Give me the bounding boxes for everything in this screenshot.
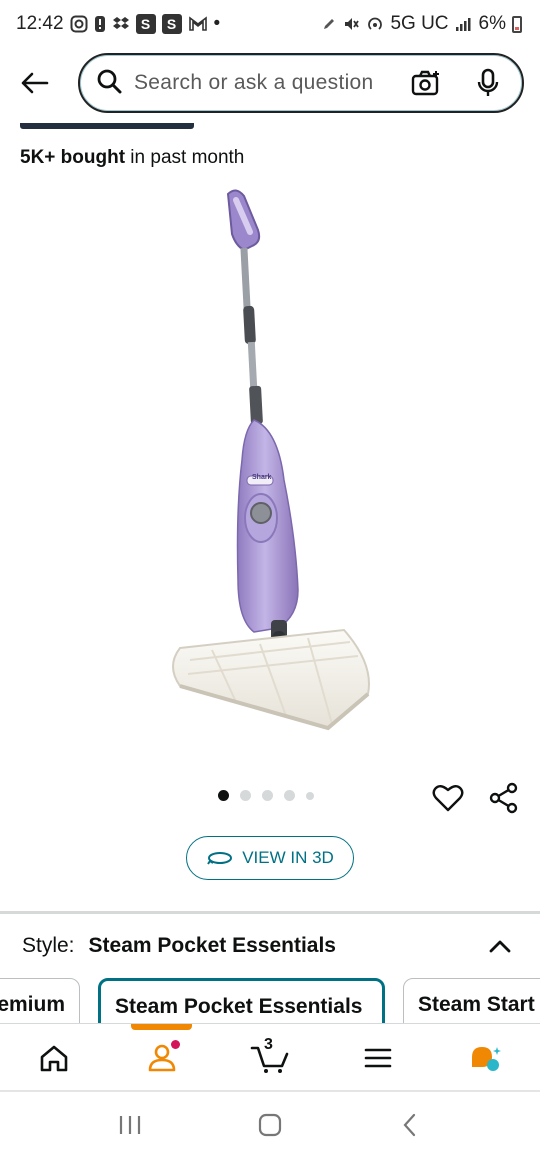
- status-time: 12:42: [16, 13, 64, 34]
- nav-rufus[interactable]: [456, 1028, 516, 1088]
- product-image[interactable]: Shark: [150, 180, 390, 750]
- style-options: emium Steam Pocket Essentials Steam Star…: [0, 978, 540, 1024]
- signal-icon: [455, 16, 473, 32]
- chevron-up-icon[interactable]: [486, 932, 514, 960]
- home-circle-icon: [258, 1113, 282, 1137]
- battery-icon: [512, 15, 522, 33]
- cart-count: 3: [264, 1035, 273, 1053]
- notification-icon: [94, 15, 106, 33]
- carousel-dot[interactable]: [262, 790, 273, 801]
- hotspot-icon: [366, 15, 384, 33]
- nav-home[interactable]: [24, 1028, 84, 1088]
- bought-in-past-month: 5K+ bought in past month: [20, 147, 244, 169]
- camera-search-button[interactable]: [406, 63, 446, 103]
- dot-icon: •: [213, 13, 221, 34]
- rufus-icon: [472, 1046, 501, 1071]
- search-input[interactable]: [134, 71, 406, 95]
- carousel-dot[interactable]: [218, 790, 229, 801]
- gmail-icon: [188, 16, 208, 32]
- search-icon: [96, 68, 122, 99]
- rotate-3d-icon: [207, 852, 233, 865]
- brand-badge: Shark: [252, 474, 272, 481]
- nav-cart[interactable]: 3: [240, 1028, 300, 1088]
- status-bar: 12:42 S S • 5G UC 6%: [0, 0, 540, 48]
- android-navigation-bar: [0, 1092, 540, 1158]
- carousel-dot[interactable]: [240, 790, 251, 801]
- s-app-icon: S: [161, 14, 182, 34]
- share-icon: [489, 782, 518, 814]
- status-right: 5G UC 6%: [322, 13, 522, 35]
- recent-apps-icon: [119, 1116, 141, 1134]
- view-in-3d-label: VIEW IN 3D: [242, 848, 334, 867]
- search-header: [0, 48, 540, 118]
- image-carousel-indicator: [218, 790, 314, 801]
- menu-icon: [364, 1048, 392, 1067]
- heart-icon: [432, 785, 464, 812]
- back-arrow-icon: [21, 72, 49, 94]
- dropbox-icon: [112, 15, 130, 33]
- chevron-left-icon: [403, 1113, 416, 1137]
- network-label: 5G UC: [390, 13, 449, 34]
- carousel-dot[interactable]: [284, 790, 295, 801]
- style-label: Style:: [22, 934, 75, 957]
- notification-dot: [171, 1039, 180, 1049]
- section-divider: [0, 911, 540, 914]
- voice-search-button[interactable]: [468, 63, 508, 103]
- bought-count: 5K+ bought: [20, 147, 126, 168]
- style-option-steam-pocket-essentials[interactable]: Steam Pocket Essentials: [98, 978, 385, 1024]
- share-button[interactable]: [484, 778, 524, 818]
- search-bar[interactable]: [78, 53, 524, 113]
- home-button[interactable]: [240, 1100, 300, 1150]
- pen-icon: [322, 17, 336, 31]
- instagram-icon: [70, 15, 88, 33]
- mute-icon: [342, 15, 360, 33]
- carousel-dot[interactable]: [306, 791, 314, 800]
- home-icon: [40, 1045, 68, 1071]
- status-left: 12:42 S S •: [16, 13, 220, 35]
- view-in-3d-button[interactable]: VIEW IN 3D: [186, 836, 354, 880]
- system-back-button[interactable]: [380, 1100, 440, 1150]
- bottom-navigation: 3: [0, 1023, 540, 1091]
- s-app-icon: S: [135, 14, 156, 34]
- style-option-steam-start[interactable]: Steam Start: [403, 978, 540, 1024]
- add-to-wishlist-button[interactable]: [428, 778, 468, 818]
- nav-account[interactable]: [132, 1028, 192, 1088]
- scroll-indicator: [20, 123, 194, 129]
- camera-icon: [411, 70, 439, 96]
- microphone-icon: [477, 68, 499, 96]
- back-button[interactable]: [16, 65, 52, 101]
- battery-percent: 6%: [478, 13, 506, 34]
- style-option-premium[interactable]: emium: [0, 978, 80, 1024]
- bought-suffix: in past month: [125, 147, 245, 168]
- style-selected-value: Steam Pocket Essentials: [88, 934, 336, 957]
- style-selector-header[interactable]: Style: Steam Pocket Essentials: [0, 920, 540, 972]
- nav-menu[interactable]: [348, 1028, 408, 1088]
- recent-apps-button[interactable]: [100, 1100, 160, 1150]
